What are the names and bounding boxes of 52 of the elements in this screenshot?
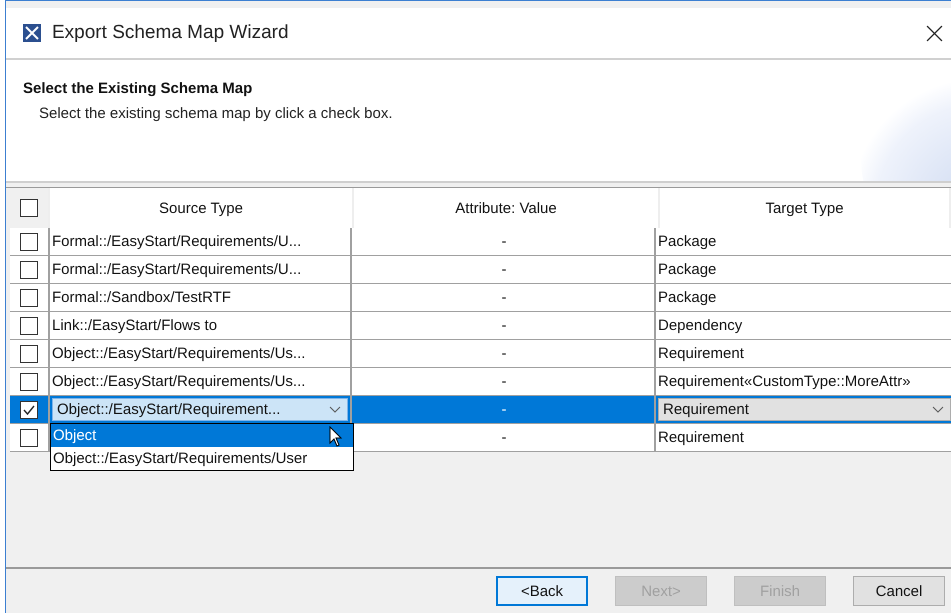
table-cell: Requirement«CustomType::MoreAttr» [658, 373, 911, 390]
table-row[interactable]: Formal::/EasyStart/Requirements/U... - Package [10, 256, 951, 284]
row-checkbox[interactable] [20, 232, 38, 250]
table-cell: Formal::/EasyStart/Requirements/U... [52, 233, 302, 250]
table-cell: Object::/EasyStart/Requirements/Us... [52, 345, 306, 362]
column-header[interactable]: Target Type [660, 188, 951, 228]
close-icon[interactable] [926, 24, 943, 42]
table-cell: Package [658, 233, 716, 250]
table-cell-text: - [500, 401, 508, 418]
app-icon [22, 23, 42, 43]
table-cell: Object::/EasyStart/Requirements/Us... [52, 373, 306, 390]
table-cell: Link::/EasyStart/Flows to [52, 317, 218, 334]
row-checkbox[interactable] [20, 288, 38, 306]
table-row[interactable]: Formal::/EasyStart/Requirements/U... - Package [10, 228, 951, 256]
table-cell-text: - [500, 317, 508, 334]
row-checkbox[interactable] [20, 344, 38, 362]
table-row[interactable]: Formal::/Sandbox/TestRTF - Package [10, 284, 951, 312]
table-row[interactable]: Object::/EasyStart/Requirements/Us... - Requirement [10, 340, 951, 368]
table-cell-text: - [500, 261, 508, 278]
table-cell: Requirement [658, 345, 744, 362]
table-row[interactable]: Link::/EasyStart/Flows to - Dependency [10, 312, 951, 340]
table-cell: Dependency [658, 317, 742, 334]
page-title: Select the Existing Schema Map [23, 80, 254, 97]
target-type-dropdown[interactable]: Requirement [658, 398, 951, 421]
table-row[interactable]: Object::/EasyStart/Requirements/Us... - Requirement«CustomType::MoreAttr» [10, 368, 951, 396]
table-cell-text: - [500, 373, 508, 390]
table-cell: Package [658, 289, 716, 306]
row-checkbox[interactable] [20, 372, 38, 390]
row-checkbox[interactable] [20, 400, 38, 418]
wizard-button[interactable]: <Back [496, 576, 588, 606]
table-cell-text: - [500, 233, 508, 250]
table-cell: Formal::/Sandbox/TestRTF [52, 289, 231, 306]
source-type-dropdown[interactable]: Object::/EasyStart/Requirement... [52, 398, 348, 421]
window-title: Export Schema Map Wizard [52, 22, 290, 44]
mouse-pointer-icon [329, 426, 343, 448]
row-checkbox[interactable] [20, 260, 38, 278]
row-checkbox[interactable] [20, 316, 38, 334]
table-cell-text: - [500, 345, 508, 362]
table-cell-text: - [500, 429, 508, 446]
column-header[interactable]: Source Type [50, 188, 354, 228]
column-header[interactable]: Attribute: Value [354, 188, 660, 228]
row-checkbox[interactable] [20, 428, 38, 446]
chevron-down-icon [329, 406, 341, 414]
chevron-down-icon [932, 406, 944, 414]
wizard-button[interactable]: Cancel [853, 576, 945, 606]
table-cell-text: - [500, 289, 508, 306]
select-all-checkbox[interactable] [20, 199, 38, 217]
page-description: Select the existing schema map by click a check box. [39, 105, 394, 122]
table-cell: Formal::/EasyStart/Requirements/U... [52, 261, 302, 278]
dropdown-option[interactable]: Object [51, 424, 353, 447]
table-cell: Package [658, 261, 716, 278]
table-cell: Requirement [658, 429, 744, 446]
